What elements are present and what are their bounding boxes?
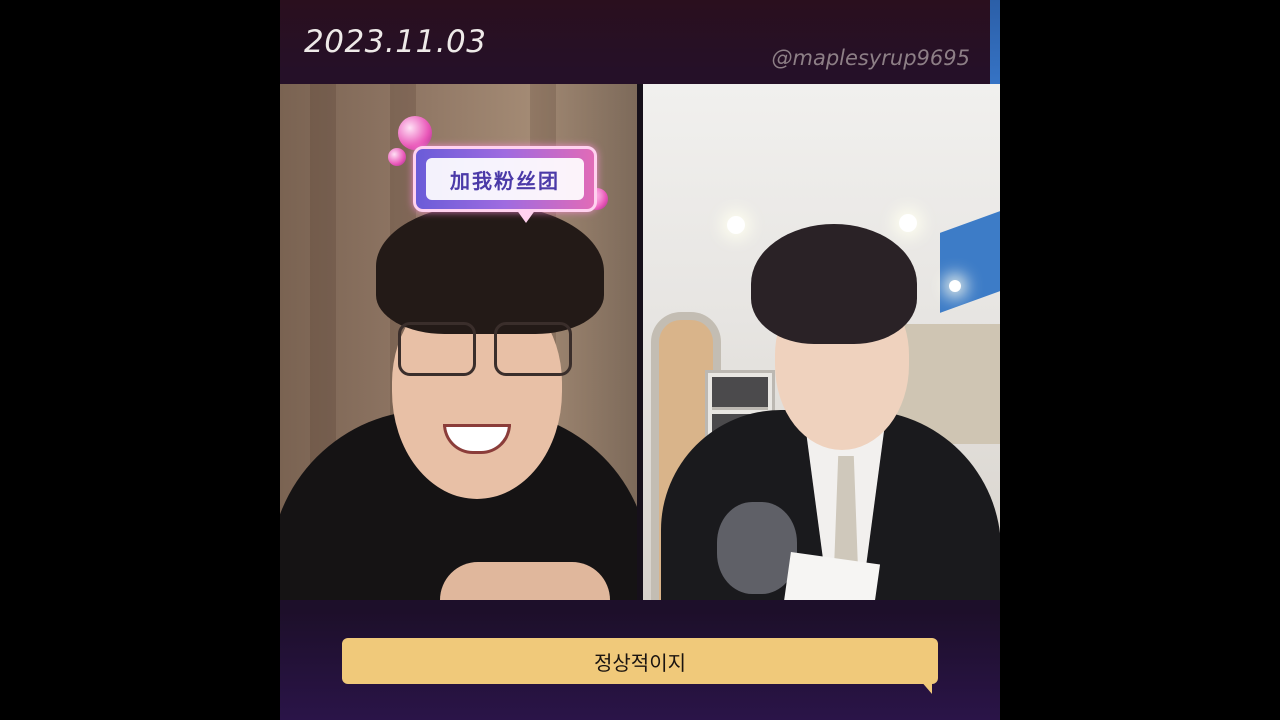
- fan-club-badge-label: 加我粉丝团: [426, 158, 584, 200]
- left-person-hand: [440, 562, 610, 600]
- left-person-hair: [376, 204, 604, 334]
- ceiling-accent: [940, 211, 1000, 313]
- ceiling-light-icon: [949, 280, 961, 292]
- disco-ball-icon: [398, 116, 432, 150]
- video-frame: 2023.11.03 @maplesyrup9695 加我粉丝团 정상적이지: [280, 0, 1000, 720]
- left-video-panel: 加我粉丝团: [280, 84, 637, 600]
- right-person-hair: [751, 224, 917, 344]
- right-video-panel: [643, 84, 1000, 600]
- date-overlay: 2023.11.03: [304, 24, 487, 60]
- ceiling-light-icon: [727, 216, 745, 234]
- watermark-handle: @maplesyrup9695: [771, 46, 971, 70]
- glasses-icon: [398, 322, 574, 376]
- subtitle-caption: 정상적이지: [342, 638, 938, 684]
- microphone-icon: [717, 502, 797, 594]
- disco-ball-icon: [388, 148, 406, 166]
- fan-club-badge: 加我粉丝团: [413, 146, 597, 223]
- ceiling-light-icon: [899, 214, 917, 232]
- subtitle-tail: [920, 680, 932, 694]
